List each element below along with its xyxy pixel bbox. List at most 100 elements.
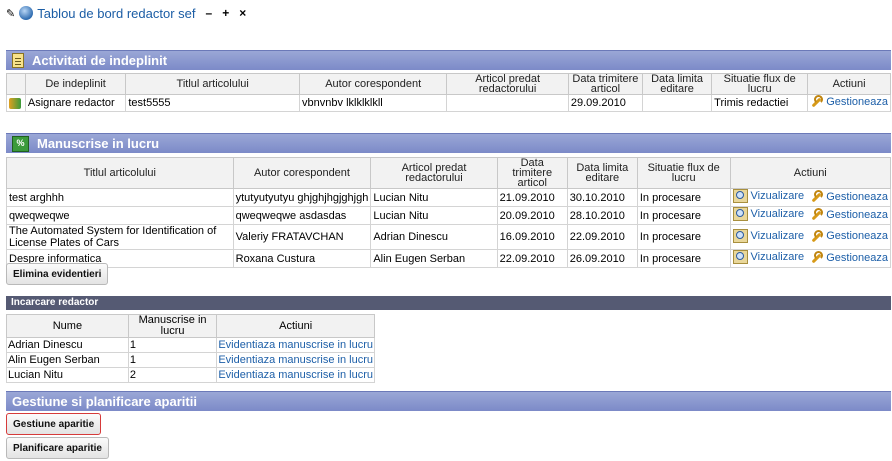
task-name: Asignare redactor [24, 94, 127, 112]
clipboard-icon [12, 53, 24, 68]
manage-link-label[interactable]: Gestioneaza [826, 230, 888, 242]
tasks-table: De indeplinit Titlul articolului Autor c… [6, 73, 891, 112]
editor-name: Adrian Dinescu [6, 337, 129, 353]
table-row: Alin Eugen Serban 1 Evidentiaza manuscrise… [6, 352, 375, 368]
view-link-label[interactable]: Vizualizare [751, 230, 805, 242]
wrench-icon [810, 208, 824, 221]
manage-link-label[interactable]: Gestioneaza [826, 96, 888, 108]
col-task: De indeplinit [24, 73, 127, 95]
col-actions: Actiuni [807, 73, 891, 95]
highlight-manuscripts-link[interactable]: Evidentiaza manuscrise in lucru [218, 369, 373, 381]
minimize-button[interactable]: – [206, 6, 213, 20]
close-button[interactable]: × [239, 6, 246, 20]
manuscripts-section-header: % Manuscrise in lucru [6, 133, 891, 153]
table-row: Adrian Dinescu 1 Evidentiaza manuscrise in… [6, 337, 375, 353]
table-row: Asignare redactor test5555 vbnvnbv lklkl… [6, 94, 891, 112]
manage-link[interactable]: Gestioneaza [810, 190, 888, 203]
article-title: test arghhh [6, 188, 234, 207]
planning-section-title: Gestiune si planificare aparitii [12, 394, 197, 409]
task-assign-icon [9, 97, 21, 109]
article-editor: Lucian Nitu [370, 188, 498, 207]
manage-link-label[interactable]: Gestioneaza [826, 209, 888, 221]
col-status: Situatie flux de lucru [636, 157, 731, 189]
col-title: Titlul articolului [125, 73, 301, 95]
pin-icon[interactable]: ✎ [6, 7, 15, 20]
manage-link[interactable]: Gestioneaza [810, 208, 888, 221]
editor-load-table: Nume Manuscrise in lucru Actiuni Adrian … [6, 314, 375, 383]
col-count: Manuscrise in lucru [127, 314, 218, 338]
article-deadline: 22.09.2010 [566, 224, 638, 250]
tasks-header-row: De indeplinit Titlul articolului Autor c… [6, 73, 891, 95]
article-author: Roxana Custura [232, 249, 372, 268]
editor-load-header-row: Nume Manuscrise in lucru Actiuni [6, 314, 375, 338]
col-author: Autor corespondent [299, 73, 448, 95]
workflow-status: Trimis redactiei [711, 94, 809, 112]
editor-name: Alin Eugen Serban [6, 352, 129, 368]
highlight-manuscripts-link[interactable]: Evidentiaza manuscrise in lucru [218, 354, 373, 366]
article-deadline: 28.10.2010 [566, 206, 638, 225]
article-title: The Automated System for Identification … [6, 224, 234, 250]
view-link[interactable]: Vizualizare [732, 250, 805, 264]
col-editor: Articol predat redactorului [370, 157, 498, 189]
article-editor: Lucian Nitu [370, 206, 498, 225]
view-link[interactable]: Vizualizare [732, 207, 805, 221]
table-row: Lucian Nitu 2 Evidentiaza manuscrise in lu… [6, 367, 375, 383]
col-icon [6, 73, 26, 95]
view-link-label[interactable]: Vizualizare [751, 251, 805, 263]
planning-section: Gestiune si planificare aparitii [6, 391, 891, 411]
view-link[interactable]: Vizualizare [732, 228, 805, 243]
col-title: Titlul articolului [6, 157, 234, 189]
col-actions: Actiuni [216, 314, 375, 338]
plan-issue-button[interactable]: Planificare aparitie [6, 437, 109, 459]
article-sent-date: 16.09.2010 [496, 224, 568, 250]
clear-highlights-button[interactable]: Elimina evidentieri [6, 263, 109, 285]
view-link-label[interactable]: Vizualizare [751, 208, 805, 220]
article-editor: Adrian Dinescu [370, 224, 498, 250]
article-author: ytutyutyutyu ghjghjhgjghjgh [232, 188, 372, 207]
col-deadline: Data limita editare [641, 73, 713, 95]
wrench-icon [810, 190, 824, 203]
globe-icon [19, 6, 34, 20]
workflow-status: In procesare [636, 206, 731, 225]
manage-link[interactable]: Gestioneaza [810, 95, 888, 108]
table-row: The Automated System for Identification … [6, 224, 891, 250]
article-deadline: 30.10.2010 [566, 188, 638, 207]
col-author: Autor corespondent [232, 157, 372, 189]
table-row: Despre informatica Roxana Custura Alin Eug… [6, 249, 891, 268]
manage-link[interactable]: Gestioneaza [810, 229, 888, 243]
wrench-icon [810, 229, 824, 243]
article-author: qweqweqwe asdasdas [232, 206, 372, 225]
view-link[interactable]: Vizualizare [732, 189, 805, 203]
col-actions: Actiuni [729, 157, 891, 189]
article-sent-date: 22.09.2010 [496, 249, 568, 268]
editor-load-header: Incarcare redactor [6, 296, 891, 310]
col-sent: Data trimitere articol [496, 157, 568, 189]
editor-name: Lucian Nitu [6, 367, 129, 383]
tasks-section: Activitati de indeplinit De indeplinit T… [6, 50, 891, 112]
article-title: qweqweqwe [6, 206, 234, 225]
view-link-label[interactable]: Vizualizare [751, 190, 805, 202]
manage-link-label[interactable]: Gestioneaza [826, 252, 888, 264]
col-deadline: Data limita editare [566, 157, 638, 189]
wrench-icon [810, 95, 824, 108]
article-sent-date: 29.09.2010 [567, 94, 643, 112]
manuscripts-section: % Manuscrise in lucru Titlul articolului… [6, 133, 891, 268]
add-button[interactable]: + [222, 6, 229, 20]
col-sent: Data trimitere articol [567, 73, 643, 95]
highlight-manuscripts-link[interactable]: Evidentiaza manuscrise in lucru [218, 339, 373, 351]
editor-manuscript-count: 1 [127, 337, 218, 353]
col-editor: Articol predat redactorului [446, 73, 569, 95]
workflow-status: In procesare [636, 249, 731, 268]
percent-icon: % [12, 135, 29, 152]
table-row: test arghhh ytutyutyutyu ghjghjhgjghjgh Lu… [6, 188, 891, 207]
manage-link-label[interactable]: Gestioneaza [826, 191, 888, 203]
planning-section-header: Gestiune si planificare aparitii [6, 391, 891, 411]
editor-manuscript-count: 2 [127, 367, 218, 383]
wrench-icon [810, 251, 824, 264]
workflow-status: In procesare [636, 224, 731, 250]
article-deadline [641, 94, 713, 112]
manage-issue-button[interactable]: Gestiune aparitie [6, 413, 102, 435]
manage-link[interactable]: Gestioneaza [810, 251, 888, 264]
manuscripts-table: Titlul articolului Autor corespondent Ar… [6, 157, 891, 268]
view-icon [732, 207, 748, 221]
